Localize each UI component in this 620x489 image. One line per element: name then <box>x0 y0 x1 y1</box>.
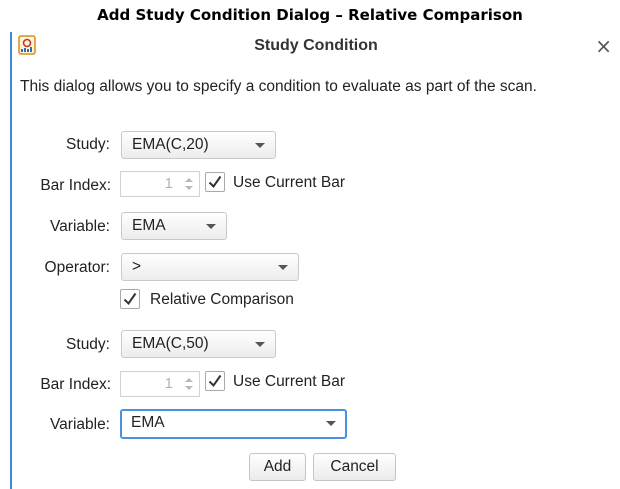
comparison-bar-index-value: 1 <box>164 375 173 392</box>
dialog-titlebar: Study Condition × <box>12 30 620 62</box>
bar-index-label: Bar Index: <box>40 177 111 194</box>
bar-index-value: 1 <box>164 175 173 192</box>
comparison-bar-index-label: Bar Index: <box>40 376 111 393</box>
bar-index-spinner[interactable]: 1 <box>120 171 200 197</box>
use-current-bar-label: Use Current Bar <box>233 174 345 191</box>
chevron-down-icon <box>278 265 288 270</box>
cancel-button[interactable]: Cancel <box>313 453 396 481</box>
spinner-arrows-icon[interactable] <box>184 376 194 392</box>
comparison-variable-select[interactable]: EMA <box>120 409 347 439</box>
study-select-value: EMA(C,20) <box>132 136 209 153</box>
comparison-study-select-value: EMA(C,50) <box>132 335 209 352</box>
variable-select-value: EMA <box>132 217 166 234</box>
study-select[interactable]: EMA(C,20) <box>121 131 276 159</box>
variable-label: Variable: <box>49 218 110 235</box>
chevron-down-icon <box>255 143 265 148</box>
operator-select[interactable]: > <box>121 253 299 281</box>
chevron-down-icon <box>255 342 265 347</box>
relative-comparison-checkbox[interactable] <box>120 289 140 309</box>
study-condition-dialog: Study Condition × This dialog allows you… <box>0 30 620 489</box>
comparison-use-current-bar-checkbox[interactable] <box>205 371 225 391</box>
comparison-use-current-bar-label: Use Current Bar <box>233 373 345 390</box>
figure-caption: Add Study Condition Dialog – Relative Co… <box>97 6 523 24</box>
study-label: Study: <box>66 136 110 153</box>
dialog-description: This dialog allows you to specify a cond… <box>20 78 537 95</box>
checkmark-icon <box>208 374 222 388</box>
dialog-title: Study Condition <box>254 37 378 54</box>
relative-comparison-label: Relative Comparison <box>150 291 294 308</box>
variable-select[interactable]: EMA <box>121 212 227 240</box>
comparison-study-select[interactable]: EMA(C,50) <box>121 330 276 358</box>
operator-label: Operator: <box>44 259 110 276</box>
comparison-study-label: Study: <box>66 336 110 353</box>
chevron-down-icon <box>326 421 336 426</box>
comparison-variable-select-value: EMA <box>131 414 165 431</box>
checkmark-icon <box>123 292 137 306</box>
use-current-bar-checkbox[interactable] <box>205 172 225 192</box>
spinner-arrows-icon[interactable] <box>184 176 194 192</box>
close-icon[interactable]: × <box>595 34 612 58</box>
chevron-down-icon <box>206 224 216 229</box>
checkmark-icon <box>208 175 222 189</box>
operator-select-value: > <box>132 258 142 275</box>
add-button[interactable]: Add <box>249 453 306 481</box>
comparison-variable-label: Variable: <box>49 416 110 433</box>
comparison-bar-index-spinner[interactable]: 1 <box>120 371 200 397</box>
